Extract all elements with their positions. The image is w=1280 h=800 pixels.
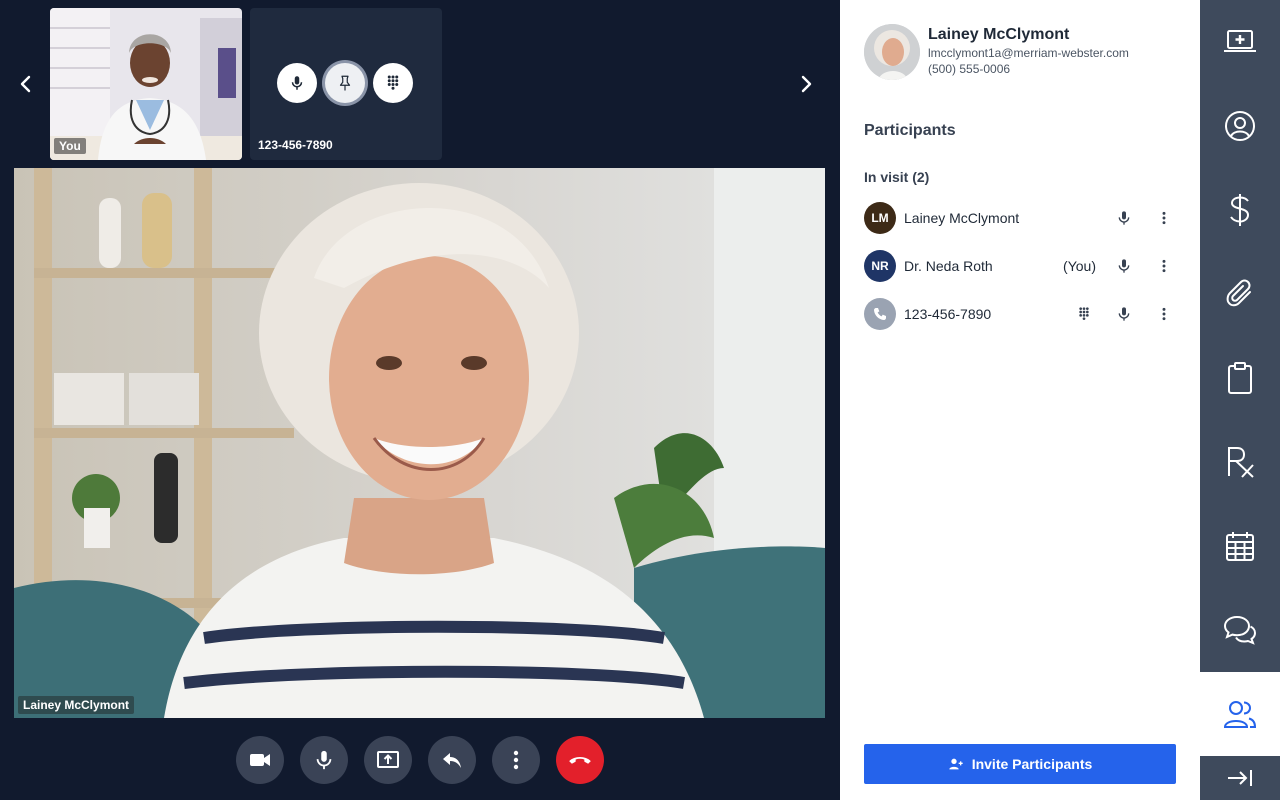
phone-tile-label: 123-456-7890 bbox=[258, 138, 333, 152]
phone-avatar bbox=[864, 298, 896, 330]
nav-item-billing[interactable] bbox=[1200, 168, 1280, 252]
in-visit-heading: In visit (2) bbox=[864, 169, 930, 185]
patient-avatar bbox=[864, 24, 920, 80]
participant-name: 123-456-7890 bbox=[904, 306, 992, 322]
mic-icon bbox=[291, 76, 303, 90]
phone-participant-tile[interactable]: 123-456-7890 bbox=[250, 8, 442, 160]
dollar-icon bbox=[1230, 194, 1250, 226]
patient-header: Lainey McClymont lmcclymont1a@merriam-we… bbox=[864, 24, 1129, 80]
participant-name: Lainey McClymont bbox=[904, 210, 1020, 226]
phone-icon bbox=[874, 308, 886, 320]
paperclip-icon bbox=[1226, 279, 1251, 307]
participant-mic-button[interactable] bbox=[1112, 302, 1136, 326]
patient-email: lmcclymont1a@merriam-webster.com bbox=[928, 46, 1129, 60]
end-call-button[interactable] bbox=[556, 736, 604, 784]
nav-item-prescriptions[interactable] bbox=[1200, 420, 1280, 504]
more-vertical-icon bbox=[513, 750, 519, 770]
nav-item-profile[interactable] bbox=[1200, 84, 1280, 168]
mic-icon bbox=[1118, 211, 1130, 225]
participant-row: NR Dr. Neda Roth (You) bbox=[864, 250, 1176, 282]
participant-row: LM Lainey McClymont bbox=[864, 202, 1176, 234]
chevron-left-icon[interactable] bbox=[12, 70, 40, 98]
more-vertical-icon bbox=[1162, 259, 1166, 273]
rx-icon bbox=[1228, 447, 1254, 478]
hang-up-icon bbox=[569, 757, 591, 764]
video-area: You 123-456-7890 Lainey McClymont bbox=[0, 0, 840, 800]
nav-item-visit[interactable] bbox=[1200, 0, 1280, 84]
participant-row: 123-456-7890 bbox=[864, 298, 1176, 330]
you-indicator: (You) bbox=[1063, 258, 1096, 274]
main-video-label: Lainey McClymont bbox=[18, 696, 135, 714]
share-screen-icon bbox=[377, 751, 399, 768]
participant-dialpad-button[interactable] bbox=[1072, 302, 1096, 326]
more-vertical-icon bbox=[1162, 307, 1166, 321]
dialpad-button[interactable] bbox=[373, 63, 413, 103]
patient-name: Lainey McClymont bbox=[928, 26, 1070, 43]
participant-mic-button[interactable] bbox=[1112, 254, 1136, 278]
chevron-right-icon[interactable] bbox=[792, 70, 820, 98]
reply-button[interactable] bbox=[428, 736, 476, 784]
participants-panel: Lainey McClymont lmcclymont1a@merriam-we… bbox=[840, 0, 1200, 800]
more-options-button[interactable] bbox=[492, 736, 540, 784]
participant-more-button[interactable] bbox=[1152, 302, 1176, 326]
panel-title: Participants bbox=[864, 122, 956, 139]
dialpad-icon bbox=[1079, 307, 1089, 320]
dialpad-icon bbox=[387, 75, 399, 90]
mic-icon bbox=[1118, 307, 1130, 321]
participant-more-button[interactable] bbox=[1152, 206, 1176, 230]
participant-mic-button[interactable] bbox=[1112, 206, 1136, 230]
calendar-icon bbox=[1226, 532, 1254, 561]
profile-icon bbox=[1225, 111, 1255, 141]
add-user-icon bbox=[949, 758, 963, 770]
camera-button[interactable] bbox=[236, 736, 284, 784]
call-controls bbox=[236, 736, 604, 784]
medical-laptop-icon bbox=[1224, 30, 1256, 52]
microphone-button[interactable] bbox=[300, 736, 348, 784]
invite-participants-label: Invite Participants bbox=[971, 756, 1093, 772]
participant-more-button[interactable] bbox=[1152, 254, 1176, 278]
participant-name: Dr. Neda Roth bbox=[904, 258, 993, 274]
self-video-tile[interactable]: You bbox=[50, 8, 242, 160]
mic-icon bbox=[1118, 259, 1130, 273]
participants-icon bbox=[1223, 701, 1257, 728]
invite-participants-button[interactable]: Invite Participants bbox=[864, 744, 1176, 784]
pin-button[interactable] bbox=[325, 63, 365, 103]
mic-button[interactable] bbox=[277, 63, 317, 103]
share-screen-button[interactable] bbox=[364, 736, 412, 784]
nav-item-participants[interactable] bbox=[1200, 672, 1280, 756]
main-video: Lainey McClymont bbox=[14, 168, 825, 718]
self-tile-label: You bbox=[54, 138, 86, 154]
mic-icon bbox=[316, 750, 332, 770]
nav-item-calendar[interactable] bbox=[1200, 504, 1280, 588]
video-camera-icon bbox=[250, 754, 270, 766]
nav-item-attachments[interactable] bbox=[1200, 252, 1280, 336]
reply-arrow-icon bbox=[443, 753, 461, 768]
avatar: LM bbox=[864, 202, 896, 234]
more-vertical-icon bbox=[1162, 211, 1166, 225]
collapse-right-icon bbox=[1228, 770, 1252, 786]
pin-icon bbox=[339, 75, 351, 91]
clipboard-icon bbox=[1228, 362, 1252, 394]
patient-video-image bbox=[14, 168, 825, 718]
avatar: NR bbox=[864, 250, 896, 282]
collapse-panel-button[interactable] bbox=[1200, 756, 1280, 800]
patient-phone: (500) 555-0006 bbox=[928, 62, 1011, 76]
nav-item-chat[interactable] bbox=[1200, 588, 1280, 672]
chat-icon bbox=[1223, 615, 1257, 645]
nav-item-clipboard[interactable] bbox=[1200, 336, 1280, 420]
side-navigation bbox=[1200, 0, 1280, 800]
